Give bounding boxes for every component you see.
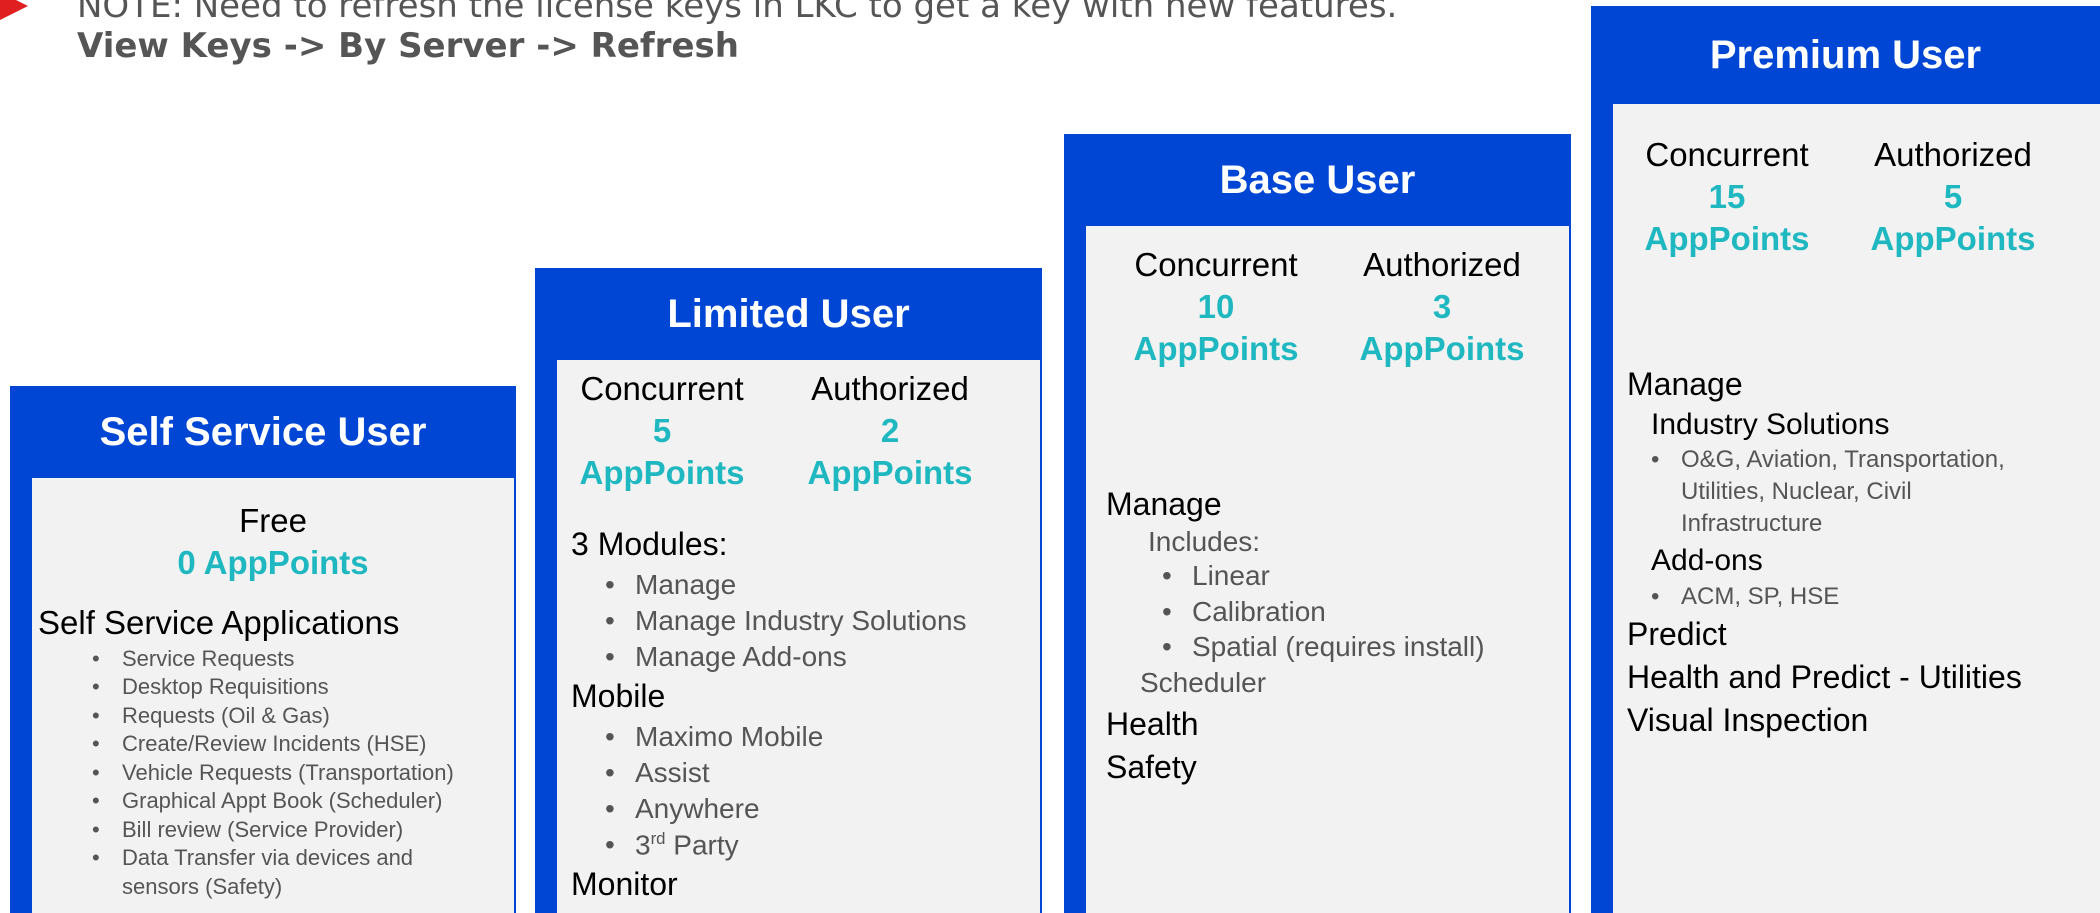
authorized-value: 3	[1432, 288, 1452, 325]
concurrent-label: Concurrent	[580, 370, 744, 407]
predict-heading: Predict	[1627, 616, 1727, 652]
list-item: Requests (Oil & Gas)	[92, 703, 330, 729]
module-item: Manage Industry Solutions	[605, 605, 966, 637]
list-item-continued: sensors (Safety)	[122, 874, 283, 899]
concurrent-label: Concurrent	[1645, 136, 1809, 173]
card-body: Concurrent 10 AppPoints Authorized 3 App…	[1086, 226, 1569, 913]
self-service-user-card: Self Service User Free 0 AppPoints Self …	[10, 386, 516, 913]
list-item: Graphical Appt Book (Scheduler)	[92, 788, 442, 814]
industry-heading: Industry Solutions	[1651, 408, 1890, 441]
modules-heading: 3 Modules:	[571, 526, 728, 562]
card-title: Limited User	[667, 292, 910, 336]
concurrent-value: 10	[1197, 288, 1235, 325]
list-item: Create/Review Incidents (HSE)	[92, 731, 426, 757]
concurrent-unit: AppPoints	[1644, 220, 1810, 257]
card-title: Self Service User	[99, 410, 427, 454]
concurrent-points: Concurrent 10 AppPoints	[1116, 244, 1316, 370]
authorized-value: 2	[880, 412, 900, 449]
authorized-label: Authorized	[811, 370, 969, 407]
authorized-label: Authorized	[1874, 136, 2032, 173]
authorized-points: Authorized 5 AppPoints	[1853, 134, 2053, 260]
module-item: Manage Add-ons	[605, 641, 847, 673]
manage-heading: Manage	[1627, 366, 1743, 402]
addons-heading: Add-ons	[1651, 544, 1763, 577]
concurrent-unit: AppPoints	[579, 454, 745, 491]
section-heading: Self Service Applications	[38, 604, 400, 641]
mobile-item: Assist	[605, 757, 710, 789]
concurrent-points: Concurrent 5 AppPoints	[557, 368, 767, 494]
scheduler-label: Scheduler	[1140, 667, 1267, 698]
list-item: Service Requests	[92, 646, 294, 672]
concurrent-unit: AppPoints	[1133, 330, 1299, 367]
mobile-item-third-party: 3rd Party	[605, 829, 739, 861]
authorized-unit: AppPoints	[1870, 220, 2036, 257]
note-path: View Keys -> By Server -> Refresh	[77, 26, 739, 66]
third-party-ordinal: rd	[650, 829, 666, 848]
health-predict-heading: Health and Predict - Utilities	[1627, 659, 2022, 695]
card-body: Concurrent 15 AppPoints Authorized 5 App…	[1613, 104, 2100, 913]
authorized-points: Authorized 2 AppPoints	[785, 368, 995, 494]
authorized-label: Authorized	[1363, 246, 1521, 283]
red-arrow-icon	[0, 0, 28, 20]
third-party-number: 3	[635, 829, 651, 861]
mobile-heading: Mobile	[571, 678, 666, 714]
list-item: Bill review (Service Provider)	[92, 817, 403, 843]
card-title: Premium User	[1709, 33, 1982, 77]
authorized-points: Authorized 3 AppPoints	[1342, 244, 1542, 370]
authorized-value: 5	[1943, 178, 1963, 215]
concurrent-label: Concurrent	[1134, 246, 1298, 283]
includes-item: Calibration	[1162, 596, 1326, 628]
concurrent-value: 5	[652, 412, 672, 449]
concurrent-value: 15	[1708, 178, 1746, 215]
authorized-unit: AppPoints	[807, 454, 973, 491]
manage-heading: Manage	[1106, 486, 1222, 522]
list-item: Vehicle Requests (Transportation)	[92, 760, 454, 786]
card-body: Free 0 AppPoints Self Service Applicatio…	[32, 478, 514, 913]
safety-heading: Safety	[1106, 749, 1197, 785]
addons-item: ACM, SP, HSE	[1651, 583, 1839, 611]
note-text: NOTE: Need to refresh the license keys i…	[77, 0, 1398, 26]
list-item: Desktop Requisitions	[92, 674, 329, 700]
industry-item: O&G, Aviation, Transportation,	[1651, 446, 2005, 474]
visual-inspection-heading: Visual Inspection	[1627, 702, 1869, 738]
includes-label: Includes:	[1148, 526, 1261, 557]
industry-item-continued: Utilities, Nuclear, Civil	[1681, 478, 1912, 505]
concurrent-points: Concurrent 15 AppPoints	[1627, 134, 1827, 260]
mobile-item: Anywhere	[605, 793, 759, 825]
includes-item: Spatial (requires install)	[1162, 631, 1485, 663]
card-title: Base User	[1219, 158, 1416, 202]
authorized-unit: AppPoints	[1359, 330, 1525, 367]
free-label: Free	[239, 502, 307, 539]
includes-item: Linear	[1162, 560, 1270, 592]
monitor-heading: Monitor	[571, 866, 678, 902]
mobile-item: Maximo Mobile	[605, 721, 823, 753]
points-value: 0 AppPoints	[177, 544, 369, 581]
third-party-text: Party	[665, 829, 739, 861]
card-body: Concurrent 5 AppPoints Authorized 2 AppP…	[557, 360, 1040, 913]
list-item: Data Transfer via devices and	[92, 845, 413, 871]
base-user-card: Base User Concurrent 10 AppPoints Author…	[1064, 134, 1571, 913]
premium-user-card: Premium User Concurrent 15 AppPoints Aut…	[1591, 6, 2100, 913]
limited-user-card: Limited User Concurrent 5 AppPoints Auth…	[535, 268, 1042, 913]
module-item: Manage	[605, 569, 736, 601]
industry-item-continued: Infrastructure	[1681, 510, 1823, 537]
free-tier: Free 0 AppPoints	[32, 500, 514, 584]
health-heading: Health	[1106, 706, 1199, 742]
